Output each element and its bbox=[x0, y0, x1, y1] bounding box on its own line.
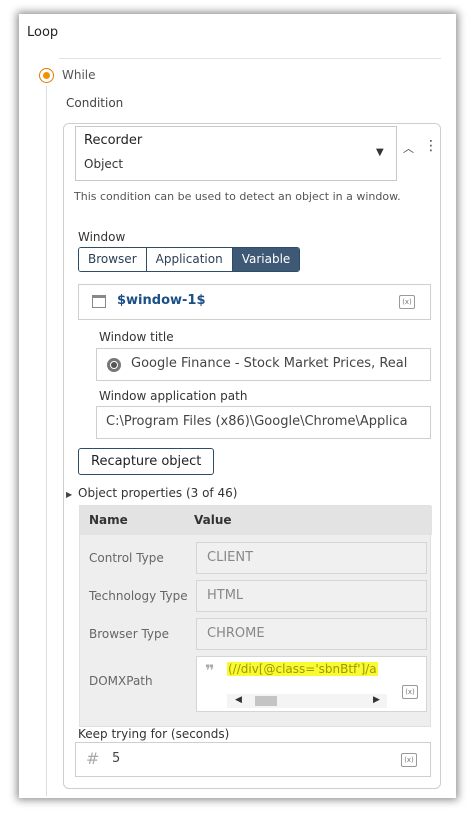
window-source-toggle: Browser Application Variable bbox=[78, 247, 301, 272]
prop-name-technology-type: Technology Type bbox=[89, 589, 188, 603]
window-variable-value: $window-1$ bbox=[117, 293, 206, 308]
tab-variable[interactable]: Variable bbox=[232, 248, 300, 271]
prop-name-domxpath: DOMXPath bbox=[89, 674, 153, 688]
dropdown-arrow-icon[interactable]: ▼ bbox=[376, 147, 384, 158]
condition-subtype: Object bbox=[84, 157, 124, 171]
kebab-menu-icon[interactable]: ⋮ bbox=[424, 138, 438, 154]
condition-label: Condition bbox=[66, 96, 124, 110]
prop-value-browser-type: CHROME bbox=[196, 618, 427, 650]
hash-icon: # bbox=[86, 749, 100, 768]
tab-application[interactable]: Application bbox=[146, 248, 233, 271]
condition-hint: This condition can be used to detect an … bbox=[74, 190, 401, 203]
object-properties-label[interactable]: Object properties (3 of 46) bbox=[78, 486, 237, 500]
window-title-value: Google Finance - Stock Market Prices, Re… bbox=[131, 356, 408, 371]
prop-value-control-type: CLIENT bbox=[196, 542, 427, 574]
horizontal-scrollbar[interactable]: ◀ ▶ bbox=[227, 694, 387, 708]
tree-line bbox=[46, 86, 47, 796]
prop-value-text: HTML bbox=[207, 588, 244, 603]
prop-value-text: CHROME bbox=[207, 626, 265, 641]
window-label: Window bbox=[78, 230, 126, 244]
scroll-thumb[interactable] bbox=[255, 696, 277, 706]
object-properties-table: Name Value Control Type CLIENT Technolog… bbox=[79, 505, 432, 727]
window-title-field[interactable]: Google Finance - Stock Market Prices, Re… bbox=[96, 348, 431, 381]
window-icon bbox=[92, 295, 106, 308]
variable-fx-icon[interactable]: (x) bbox=[399, 295, 415, 309]
loop-title: Loop bbox=[27, 25, 59, 40]
condition-type: Recorder bbox=[84, 133, 143, 148]
variable-fx-icon[interactable]: (x) bbox=[401, 753, 417, 767]
while-label[interactable]: While bbox=[62, 68, 96, 82]
window-path-label: Window application path bbox=[99, 389, 248, 403]
keep-trying-value: 5 bbox=[112, 751, 121, 766]
header-name: Name bbox=[89, 513, 128, 527]
variable-fx-icon[interactable]: (x) bbox=[402, 685, 418, 699]
window-variable-field[interactable]: $window-1$ (x) bbox=[78, 284, 431, 320]
prop-name-browser-type: Browser Type bbox=[89, 627, 170, 641]
expand-arrow-icon[interactable]: ▶ bbox=[66, 490, 72, 499]
condition-type-select[interactable]: Recorder Object ▼ bbox=[75, 126, 397, 181]
loop-panel: Loop While Condition Recorder Object ▼ ︿… bbox=[19, 14, 456, 798]
prop-value-domxpath[interactable]: ❞ (//div[@class='sbnBtf']/a (x) ◀ ▶ bbox=[196, 656, 427, 712]
window-path-value: C:\Program Files (x86)\Google\Chrome\App… bbox=[106, 414, 408, 429]
prop-value-text: CLIENT bbox=[207, 550, 254, 565]
table-header: Name Value bbox=[80, 506, 432, 535]
domxpath-value[interactable]: (//div[@class='sbnBtf']/a bbox=[227, 662, 378, 676]
recapture-object-button[interactable]: Recapture object bbox=[78, 448, 215, 475]
window-path-field[interactable]: C:\Program Files (x86)\Google\Chrome\App… bbox=[96, 406, 431, 439]
window-title-label: Window title bbox=[99, 330, 174, 344]
keep-trying-label: Keep trying for (seconds) bbox=[78, 727, 230, 741]
prop-value-technology-type: HTML bbox=[196, 580, 427, 612]
keep-trying-field[interactable]: # 5 (x) bbox=[75, 742, 431, 777]
tab-browser[interactable]: Browser bbox=[79, 248, 147, 271]
scroll-left-icon[interactable]: ◀ bbox=[235, 695, 242, 705]
scroll-right-icon[interactable]: ▶ bbox=[373, 695, 380, 705]
while-radio-icon[interactable] bbox=[39, 68, 54, 83]
chevron-up-icon[interactable]: ︿ bbox=[403, 140, 414, 156]
divider bbox=[59, 58, 441, 59]
chrome-icon bbox=[107, 358, 121, 372]
header-value: Value bbox=[194, 513, 232, 527]
quote-icon: ❞ bbox=[205, 661, 215, 680]
prop-name-control-type: Control Type bbox=[89, 551, 164, 565]
